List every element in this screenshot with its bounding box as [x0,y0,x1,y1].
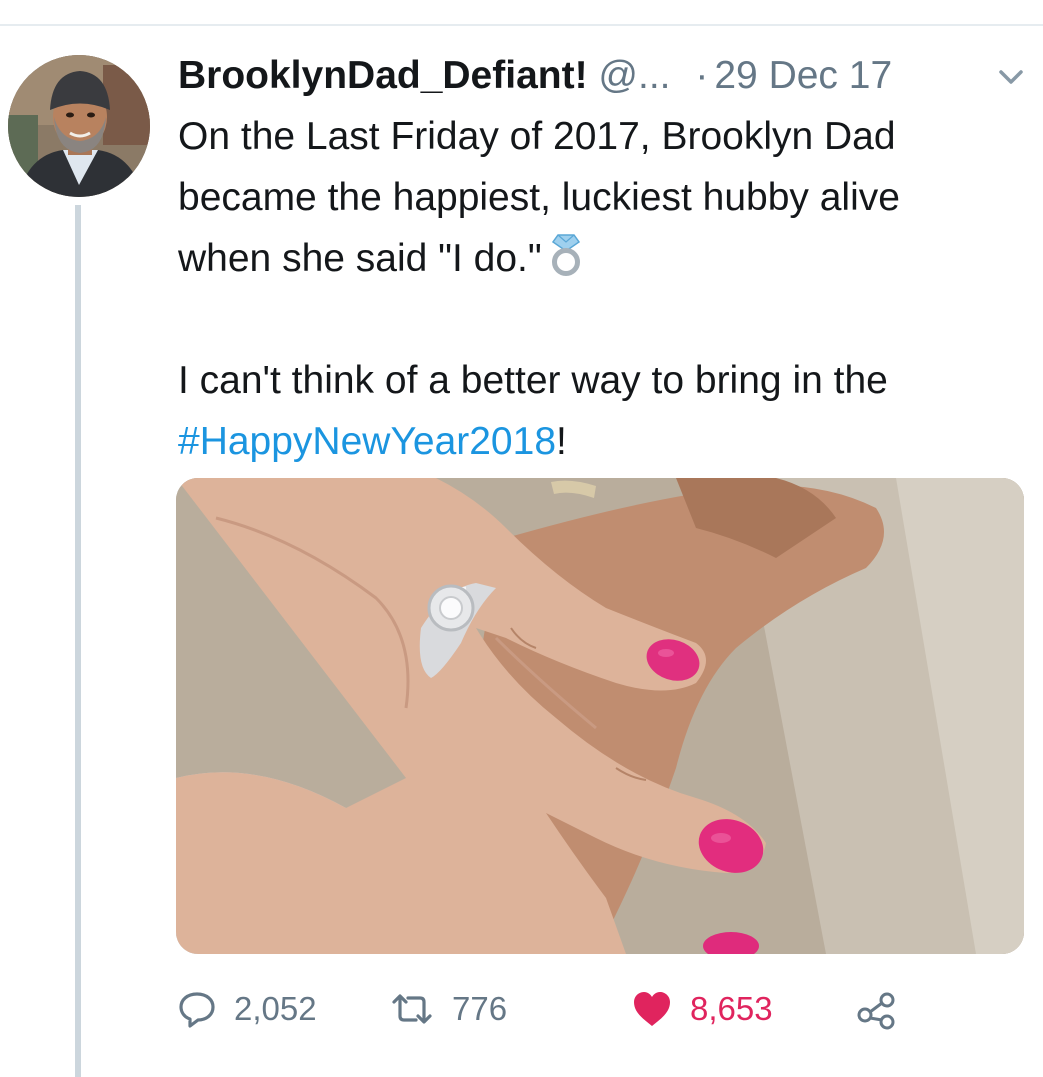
share-button[interactable] [856,984,898,1034]
avatar[interactable] [8,55,150,197]
tweet-text-line: I can't think of a better way to bring i… [178,359,888,402]
tweet-text-line: when she said "I do." [178,228,1028,289]
tweet-text: On the Last Friday of 2017, Brooklyn Dad… [178,106,1028,472]
tweet-date[interactable]: 29 Dec 17 [714,54,892,97]
tweet-text-fragment: when she said "I do." [178,237,542,280]
hashtag-link[interactable]: #HappyNewYear2018 [178,420,556,463]
heart-icon [630,988,674,1030]
ring-icon [548,231,584,277]
reply-count: 2,052 [234,990,317,1027]
tweet-text-line: became the happiest, luckiest hubby aliv… [178,176,900,219]
tweet-media-photo[interactable] [176,478,1024,954]
reply-button[interactable]: 2,052 [176,984,317,1034]
like-count: 8,653 [690,990,773,1027]
tweet-actions: 2,052 776 8,653 [176,984,1026,1034]
tweet-text-fragment: ! [556,420,567,463]
chevron-down-icon[interactable] [995,48,1027,104]
top-divider [0,24,1043,26]
author-display-name[interactable]: BrooklynDad_Defiant! [178,54,588,97]
tweet-text-line: On the Last Friday of 2017, Brooklyn Dad [178,115,896,158]
like-button[interactable]: 8,653 [630,984,773,1034]
retweet-count: 776 [452,990,508,1027]
author-handle[interactable]: @... [598,54,670,97]
retweet-button[interactable]: 776 [388,984,507,1034]
thread-line [75,205,81,1077]
tweet-text-line: #HappyNewYear2018! [178,411,1028,472]
separator-dot: · [695,54,709,97]
tweet-header: BrooklynDad_Defiant! @... · 29 Dec 17 [178,48,1028,104]
share-icon [856,988,898,1030]
retweet-icon [388,988,436,1030]
reply-icon [176,988,218,1030]
